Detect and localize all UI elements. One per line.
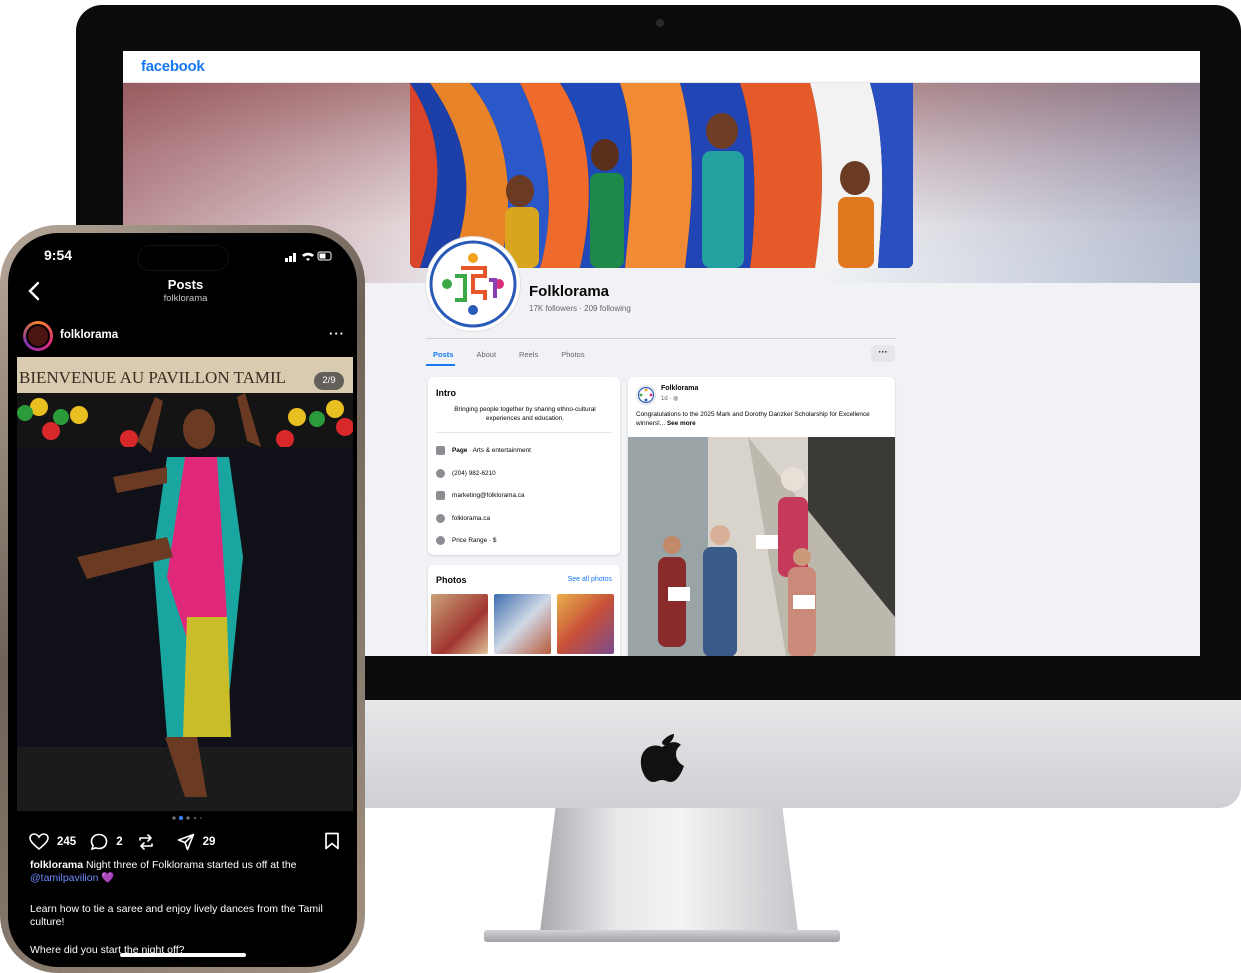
scholarship-group-photo <box>628 437 895 656</box>
tab-photos[interactable]: Photos <box>554 344 586 366</box>
page-stats[interactable]: 17K followers · 209 following <box>529 304 631 313</box>
comment-count[interactable]: 2 <box>116 836 122 848</box>
photo-thumbnail[interactable] <box>431 594 488 654</box>
caption-line-2: Learn how to tie a saree and enjoy livel… <box>30 903 323 928</box>
facebook-logo[interactable]: facebook <box>141 58 205 75</box>
photo-banner-text: BIENVENUE AU PAVILLON TAMIL <box>19 368 286 387</box>
post-card: Folklorama 1d · ◍ Congratulations to the… <box>628 377 895 656</box>
post-caption: folklorama Night three of Folklorama sta… <box>30 859 340 885</box>
photos-title: Photos <box>436 575 467 585</box>
imac-stand-foot <box>484 930 840 942</box>
post-actions: 245 2 29 <box>29 832 221 852</box>
price-tag-icon <box>436 536 445 545</box>
facebook-top-bar: facebook <box>123 51 1200 83</box>
share-count[interactable]: 29 <box>203 836 216 848</box>
phone-icon <box>436 469 445 478</box>
like-count[interactable]: 245 <box>57 836 76 848</box>
tab-posts[interactable]: Posts <box>426 344 456 366</box>
imac-stand-neck <box>540 808 798 932</box>
price-range: Price Range · $ <box>452 537 497 544</box>
intro-row-phone[interactable]: (204) 982-6210 <box>436 469 496 478</box>
imac-camera <box>656 19 664 27</box>
dynamic-island <box>137 245 229 271</box>
user-avatar[interactable] <box>26 324 50 348</box>
status-icons <box>285 251 332 262</box>
carousel-page-dots <box>172 815 202 821</box>
heart-icon[interactable] <box>29 833 49 851</box>
page-flag-icon <box>436 446 445 455</box>
page-avatar[interactable] <box>426 237 520 331</box>
tamil-dancer-photo: BIENVENUE AU PAVILLON TAMIL <box>17 357 353 811</box>
email-address[interactable]: marketing@folklorama.ca <box>452 492 525 499</box>
bookmark-icon[interactable] <box>324 832 340 850</box>
signal-icon <box>285 253 296 262</box>
apple-logo-icon <box>640 734 684 782</box>
share-icon[interactable] <box>177 833 195 851</box>
folklorama-logo-icon <box>429 240 517 328</box>
intro-title: Intro <box>436 388 456 398</box>
see-more-link[interactable]: See more <box>667 420 696 427</box>
intro-row-price: Price Range · $ <box>436 536 496 545</box>
see-all-photos-link[interactable]: See all photos <box>568 576 612 583</box>
page-category: · Arts & entertainment <box>467 447 531 454</box>
caption-username[interactable]: folklorama <box>30 859 83 871</box>
page-name: Folklorama <box>529 283 610 300</box>
post-more-icon[interactable]: ··· <box>329 326 345 341</box>
intro-bio: Bringing people together by sharing ethn… <box>454 406 596 422</box>
post-username[interactable]: folklorama <box>60 329 118 341</box>
intro-card: Intro Bringing people together by sharin… <box>428 377 620 555</box>
posts-header-subtitle: folklorama <box>163 293 208 304</box>
post-author[interactable]: Folklorama <box>661 385 698 392</box>
photo-counter-badge: 2/9 <box>314 372 344 390</box>
globe-icon <box>436 514 445 523</box>
intro-row-page: Page · Arts & entertainment <box>436 446 531 455</box>
photo-thumbnail[interactable] <box>494 594 551 654</box>
repost-icon[interactable] <box>137 833 155 851</box>
page-label: Page <box>452 447 468 454</box>
post-time[interactable]: 1d · ◍ <box>661 395 678 402</box>
tab-about[interactable]: About <box>469 344 498 366</box>
post-author-avatar[interactable] <box>636 385 656 405</box>
more-options-button[interactable]: ··· <box>871 345 895 362</box>
page-tabs: Posts About Reels Photos <box>426 344 587 368</box>
post-photo[interactable] <box>628 437 895 656</box>
photo-thumbnail[interactable] <box>557 594 614 654</box>
caption-text: Night three of Folklorama started us off… <box>83 859 297 871</box>
posts-header-title: Posts <box>167 277 204 292</box>
intro-row-website[interactable]: folklorama.ca <box>436 514 490 523</box>
photos-card: Photos See all photos <box>428 565 620 656</box>
caption-heart-emoji: 💜 <box>98 872 115 884</box>
website-link[interactable]: folklorama.ca <box>452 515 490 522</box>
post-text: Congratulations to the 2025 Mark and Dor… <box>636 410 891 428</box>
home-indicator[interactable] <box>120 953 246 957</box>
intro-separator <box>436 432 612 433</box>
status-time: 9:54 <box>44 247 73 263</box>
caption-mention-link[interactable]: @tamilpavilion <box>30 872 98 884</box>
folklorama-logo-icon <box>637 386 655 404</box>
post-image[interactable]: BIENVENUE AU PAVILLON TAMIL <box>17 357 353 811</box>
wifi-icon <box>302 252 314 261</box>
email-icon <box>436 491 445 500</box>
profile-divider <box>426 338 896 339</box>
phone-number[interactable]: (204) 982-6210 <box>452 470 496 477</box>
intro-row-email[interactable]: marketing@folklorama.ca <box>436 491 525 500</box>
tab-reels[interactable]: Reels <box>512 344 540 366</box>
comment-icon[interactable] <box>90 833 108 851</box>
